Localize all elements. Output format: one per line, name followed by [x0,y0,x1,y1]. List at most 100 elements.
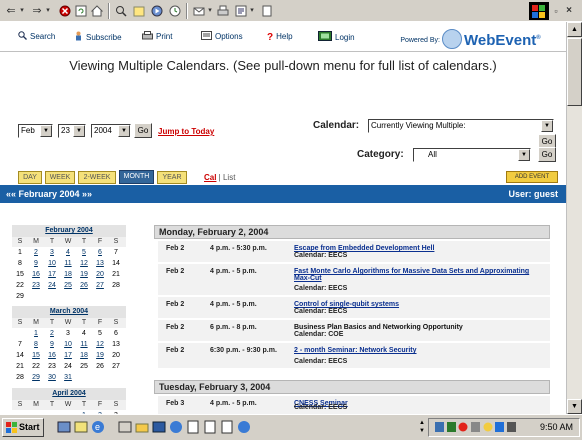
mini-calendar-day[interactable]: 11 [76,340,92,350]
tab-week[interactable]: WEEK [45,171,75,184]
calendar-select[interactable]: Currently Viewing Multiple: ▼ [368,119,554,133]
event-title-link[interactable]: Control of single-qubit systems [294,301,534,308]
edit-icon[interactable] [234,3,248,19]
outlook-icon[interactable] [73,419,89,436]
history-icon[interactable] [168,3,182,19]
cal-view-link[interactable]: Cal [204,173,216,182]
start-button[interactable]: Start [2,418,44,437]
mini-calendar-day[interactable]: 6 [92,248,108,258]
mini-calendar-day[interactable]: 30 [44,373,60,383]
mini-calendar-day[interactable]: 16 [28,270,44,280]
scroll-thumb[interactable] [567,38,582,106]
nav-print[interactable]: Print [142,31,172,43]
forward-dropdown-icon[interactable]: ▾ [44,3,52,19]
favorites-icon[interactable] [132,3,146,19]
edit-dropdown-icon[interactable]: ▾ [248,3,256,19]
mini-calendar-title[interactable]: February 2004 [12,225,126,237]
back-arrow-icon[interactable]: ⇐ [4,3,18,19]
mini-calendar-day[interactable]: 25 [60,281,76,291]
word-icon[interactable] [151,419,167,436]
ie-window-icon[interactable] [168,419,184,436]
ie-icon[interactable]: e [90,419,106,436]
mini-calendar-day[interactable]: 24 [44,281,60,291]
folder-icon[interactable] [134,419,150,436]
mini-calendar-day[interactable]: 18 [60,270,76,280]
mini-calendar-day[interactable]: 16 [44,351,60,361]
stop-icon[interactable] [58,3,72,19]
nav-help[interactable]: ? Help [267,31,293,43]
mini-calendar-day[interactable]: 5 [76,248,92,258]
event-title-link[interactable]: Escape from Embedded Development Hell [294,245,534,252]
mini-calendar-day[interactable]: 15 [28,351,44,361]
mini-calendar-day[interactable]: 9 [28,259,44,269]
day-select[interactable]: 23 ▼ [58,124,86,138]
tab-month[interactable]: MONTH [119,170,154,184]
mini-calendar-day[interactable]: 2 [44,329,60,339]
show-desktop-icon[interactable] [56,419,72,436]
mini-calendar-day[interactable]: 8 [28,340,44,350]
mini-calendar-day[interactable]: 12 [76,259,92,269]
event-title-link[interactable]: 2 - month Seminar: Network Security [294,347,534,354]
mini-calendar-day[interactable]: 4 [60,248,76,258]
mini-calendar-day[interactable]: 10 [44,259,60,269]
mini-calendar-day[interactable]: 12 [92,340,108,350]
category-select[interactable]: All ▼ [413,148,531,162]
tab-year[interactable]: YEAR [157,171,187,184]
home-icon[interactable] [90,3,104,19]
mini-calendar-day[interactable]: 2 [28,248,44,258]
document-icon[interactable] [202,419,218,436]
mini-calendar-day[interactable]: 26 [76,281,92,291]
mini-calendar-day[interactable]: 11 [60,259,76,269]
back-dropdown-icon[interactable]: ▾ [18,3,26,19]
tab-day[interactable]: DAY [18,171,42,184]
discuss-icon[interactable] [260,3,274,19]
print-icon[interactable] [216,3,230,19]
forward-arrow-icon[interactable]: ⇒ [30,3,44,19]
mini-calendar-day[interactable]: 17 [60,351,76,361]
nav-options[interactable]: Options [201,31,243,43]
mini-calendar-day[interactable]: 9 [44,340,60,350]
mini-calendar-day[interactable]: 19 [76,270,92,280]
jump-to-today-link[interactable]: Jump to Today [158,127,214,136]
mini-calendar-day[interactable]: 17 [44,270,60,280]
webevent-logo[interactable]: WebEvent® [442,29,560,51]
tray-scroll-icon[interactable]: ▲ ▼ [418,419,426,435]
mail-icon[interactable] [192,3,206,19]
restore-icon[interactable]: ▫ [552,3,560,19]
scroll-down-icon[interactable]: ▼ [567,399,582,414]
close-icon[interactable]: × [564,3,574,19]
document-icon[interactable] [185,419,201,436]
search-icon[interactable] [114,3,128,19]
ie-window-icon[interactable] [236,419,252,436]
nav-login[interactable]: Login [318,31,355,44]
scroll-up-icon[interactable]: ▲ [567,22,582,37]
list-view-link[interactable]: List [223,173,235,182]
mini-calendar-day[interactable]: 10 [60,340,76,350]
nav-subscribe[interactable]: Subscribe [74,31,122,44]
mini-calendar-day[interactable]: 31 [60,373,76,383]
year-select[interactable]: 2004 ▼ [91,124,131,138]
mini-calendar-title[interactable]: March 2004 [12,306,126,318]
mini-calendar-title[interactable]: April 2004 [12,388,126,400]
month-navigator[interactable]: «« February 2004 »» [6,185,92,203]
tab-2-week[interactable]: 2-WEEK [78,171,116,184]
mini-calendar-day[interactable]: 23 [28,281,44,291]
media-icon[interactable] [150,3,164,19]
mail-dropdown-icon[interactable]: ▾ [206,3,214,19]
mini-calendar-day[interactable]: 13 [92,259,108,269]
mini-calendar-day[interactable]: 1 [28,329,44,339]
taskbar-window-icon[interactable] [117,419,133,436]
event-title-link[interactable]: Fast Monte Carlo Algorithms for Massive … [294,268,534,282]
mini-calendar-day[interactable]: 3 [44,248,60,258]
date-go-button[interactable]: Go [134,123,152,138]
mini-calendar-day[interactable]: 20 [92,270,108,280]
add-event-button[interactable]: ADD EVENT [506,171,558,183]
refresh-icon[interactable] [74,3,88,19]
category-go-button[interactable]: Go [538,147,556,162]
mini-calendar-day[interactable]: 29 [28,373,44,383]
tray-icons[interactable] [435,421,525,434]
document-icon[interactable] [219,419,235,436]
month-select[interactable]: Feb ▼ [18,124,53,138]
nav-search[interactable]: Search [18,31,55,43]
vertical-scrollbar[interactable]: ▲ ▼ [566,22,582,414]
